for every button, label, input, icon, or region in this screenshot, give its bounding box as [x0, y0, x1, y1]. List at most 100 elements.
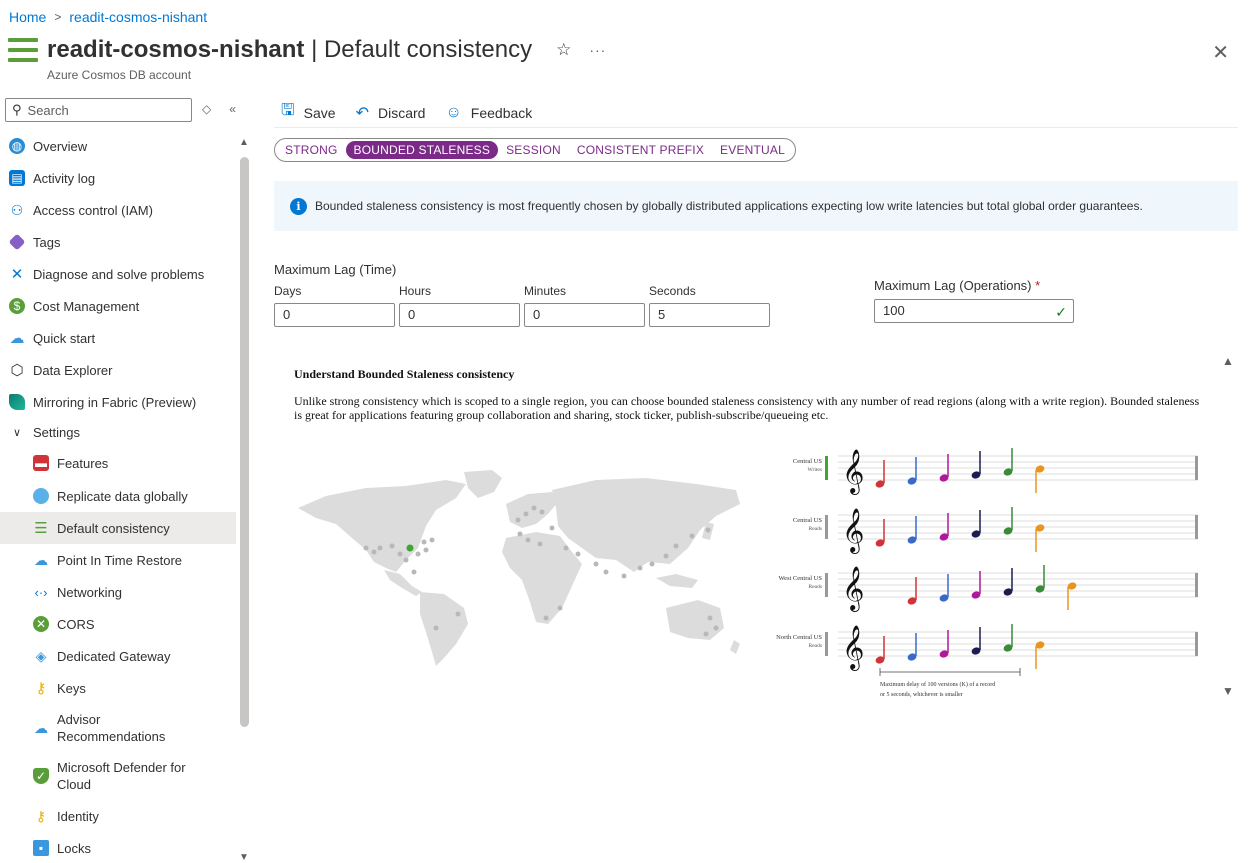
- delay-bracket: [879, 668, 1021, 676]
- sidebar-item-advisor[interactable]: ☁ Advisor Recommendations: [0, 704, 236, 752]
- region-role-bar: [825, 456, 828, 480]
- cloud-icon: ☁: [9, 330, 25, 347]
- consistency-level-selector: STRONG BOUNDED STALENESS SESSION CONSIST…: [274, 138, 796, 162]
- region-role-bar: [825, 515, 828, 539]
- understand-title: Understand Bounded Staleness consistency: [294, 367, 515, 381]
- more-options-icon[interactable]: ···: [589, 42, 606, 58]
- days-label: Days: [274, 284, 302, 298]
- treble-clef-icon: 𝄞: [842, 509, 864, 554]
- understand-panel: Understand Bounded Staleness consistency…: [274, 348, 1238, 704]
- page-subtitle: Azure Cosmos DB account: [47, 68, 192, 82]
- consistency-eventual[interactable]: EVENTUAL: [712, 141, 793, 159]
- minutes-input[interactable]: 0: [524, 303, 645, 327]
- seconds-input[interactable]: 5: [649, 303, 770, 327]
- sidebar-group-settings[interactable]: ∨ Settings: [0, 418, 236, 446]
- cosmos-consistency-icon: [8, 38, 38, 62]
- sort-icon[interactable]: ◇: [202, 102, 211, 116]
- sidebar-scroll-thumb[interactable]: [240, 157, 249, 727]
- consistency-consistent-prefix[interactable]: CONSISTENT PREFIX: [569, 141, 712, 159]
- close-icon[interactable]: ✕: [1212, 40, 1229, 65]
- minutes-field: Minutes 0: [524, 284, 645, 327]
- minutes-label: Minutes: [524, 284, 567, 298]
- search-input[interactable]: ⚲ Search: [5, 98, 192, 122]
- save-icon: 🖫: [281, 102, 295, 119]
- region-role: Reads: [809, 526, 822, 532]
- required-marker: *: [1035, 278, 1041, 293]
- sidebar-item-features[interactable]: ▬ Features: [0, 446, 236, 480]
- feedback-button[interactable]: ☺ Feedback: [445, 104, 532, 122]
- gateway-icon: ◈: [35, 647, 47, 664]
- sidebar-item-networking[interactable]: ‹·› Networking: [0, 576, 236, 608]
- sidebar-item-activity-log[interactable]: ▤ Activity log: [0, 162, 236, 194]
- sidebar-item-locks[interactable]: ▪ Locks: [0, 832, 236, 863]
- scroll-down-icon[interactable]: ▼: [239, 852, 249, 863]
- seconds-label: Seconds: [649, 284, 696, 298]
- sidebar-item-access-control[interactable]: ⚇ Access control (IAM): [0, 194, 236, 226]
- seconds-field: Seconds 5: [649, 284, 770, 327]
- region-name: West Central US: [778, 575, 822, 582]
- toolbar-divider: [274, 127, 1238, 128]
- sidebar-item-pitr[interactable]: ☁ Point In Time Restore: [0, 544, 236, 576]
- breadcrumb-home[interactable]: Home: [9, 9, 46, 25]
- sidebar-item-quick-start[interactable]: ☁ Quick start: [0, 322, 236, 354]
- treble-clef-icon: 𝄞: [842, 450, 864, 495]
- hours-input[interactable]: 0: [399, 303, 520, 327]
- staff-end-bar: [1195, 456, 1198, 480]
- staleness-staff-diagram: Central USWrites 𝄞Central USReads 𝄞West Ce…: [776, 448, 1198, 698]
- hours-label: Hours: [399, 284, 432, 298]
- panel-scroll-down-icon[interactable]: ▼: [1222, 684, 1234, 698]
- log-icon: ▤: [9, 170, 25, 186]
- sidebar-item-data-explorer[interactable]: ⬡ Data Explorer: [0, 354, 236, 386]
- globe-pin-icon: [33, 488, 49, 504]
- consistency-session[interactable]: SESSION: [498, 141, 569, 159]
- breadcrumb-resource[interactable]: readit-cosmos-nishant: [69, 9, 207, 25]
- key-icon: ⚷: [35, 680, 47, 697]
- sidebar-item-default-consistency[interactable]: ☰ Default consistency: [0, 512, 236, 544]
- discard-button[interactable]: ↶ Discard: [356, 103, 426, 123]
- sidebar-nav: ◍ Overview ▤ Activity log ⚇ Access control …: [0, 130, 236, 863]
- panel-scroll-up-icon[interactable]: ▲: [1222, 354, 1234, 368]
- sidebar-item-keys[interactable]: ⚷ Keys: [0, 672, 236, 704]
- max-lag-ops-label: Maximum Lag (Operations) *: [874, 278, 1041, 293]
- info-text: Bounded staleness consistency is most fr…: [315, 199, 1143, 213]
- collapse-sidebar-icon[interactable]: «: [229, 102, 236, 116]
- hours-field: Hours 0: [399, 284, 520, 327]
- sidebar-scrollbar[interactable]: ▲ ▼: [239, 137, 251, 863]
- sidebar-item-tags[interactable]: Tags: [0, 226, 236, 258]
- cube-icon: ⬡: [10, 362, 24, 379]
- favorite-star-icon[interactable]: ☆: [556, 40, 571, 60]
- sidebar-item-identity[interactable]: ⚷ Identity: [0, 800, 236, 832]
- sidebar-item-diagnose[interactable]: ✕ Diagnose and solve problems: [0, 258, 236, 290]
- sidebar-item-cors[interactable]: ✕ CORS: [0, 608, 236, 640]
- staff-row: Central US Writes 𝄞: [793, 448, 1198, 495]
- days-input[interactable]: 0: [274, 303, 395, 327]
- cost-icon: $: [9, 298, 25, 314]
- sidebar-item-dedicated-gateway[interactable]: ◈ Dedicated Gateway: [0, 640, 236, 672]
- globe-icon: ◍: [9, 138, 25, 154]
- sidebar-item-defender[interactable]: ✓ Microsoft Defender for Cloud: [0, 752, 236, 800]
- max-lag-time-label: Maximum Lag (Time): [274, 262, 397, 277]
- staff-end-bar: [1195, 632, 1198, 656]
- sidebar-item-replicate[interactable]: Replicate data globally: [0, 480, 236, 512]
- region-role: Writes: [808, 467, 822, 473]
- undo-icon: ↶: [355, 104, 369, 122]
- treble-clef-icon: 𝄞: [842, 626, 864, 671]
- sidebar-item-mirroring[interactable]: Mirroring in Fabric (Preview): [0, 386, 236, 418]
- sidebar-item-cost-management[interactable]: $ Cost Management: [0, 290, 236, 322]
- region-role: Reads: [809, 584, 822, 590]
- region-role: Reads: [809, 643, 822, 649]
- page-title: readit-cosmos-nishant | Default consiste…: [47, 36, 533, 63]
- breadcrumb: Home > readit-cosmos-nishant: [9, 9, 207, 25]
- max-lag-ops-input[interactable]: 100 ✓: [874, 299, 1074, 323]
- valid-check-icon: ✓: [1055, 304, 1067, 320]
- consistency-bounded-staleness[interactable]: BOUNDED STALENESS: [345, 141, 499, 159]
- max-lag-ops-field: Maximum Lag (Operations) * 100 ✓: [874, 278, 1074, 323]
- save-button[interactable]: 🖫 Save: [281, 99, 336, 126]
- scroll-up-icon[interactable]: ▲: [239, 137, 249, 148]
- consistency-icon: ☰: [34, 520, 48, 537]
- staff-end-bar: [1195, 515, 1198, 539]
- understand-body: Unlike strong consistency which is scope…: [294, 394, 1200, 422]
- consistency-strong[interactable]: STRONG: [277, 141, 346, 159]
- sidebar-item-overview[interactable]: ◍ Overview: [0, 130, 236, 162]
- restore-icon: ☁: [34, 551, 48, 568]
